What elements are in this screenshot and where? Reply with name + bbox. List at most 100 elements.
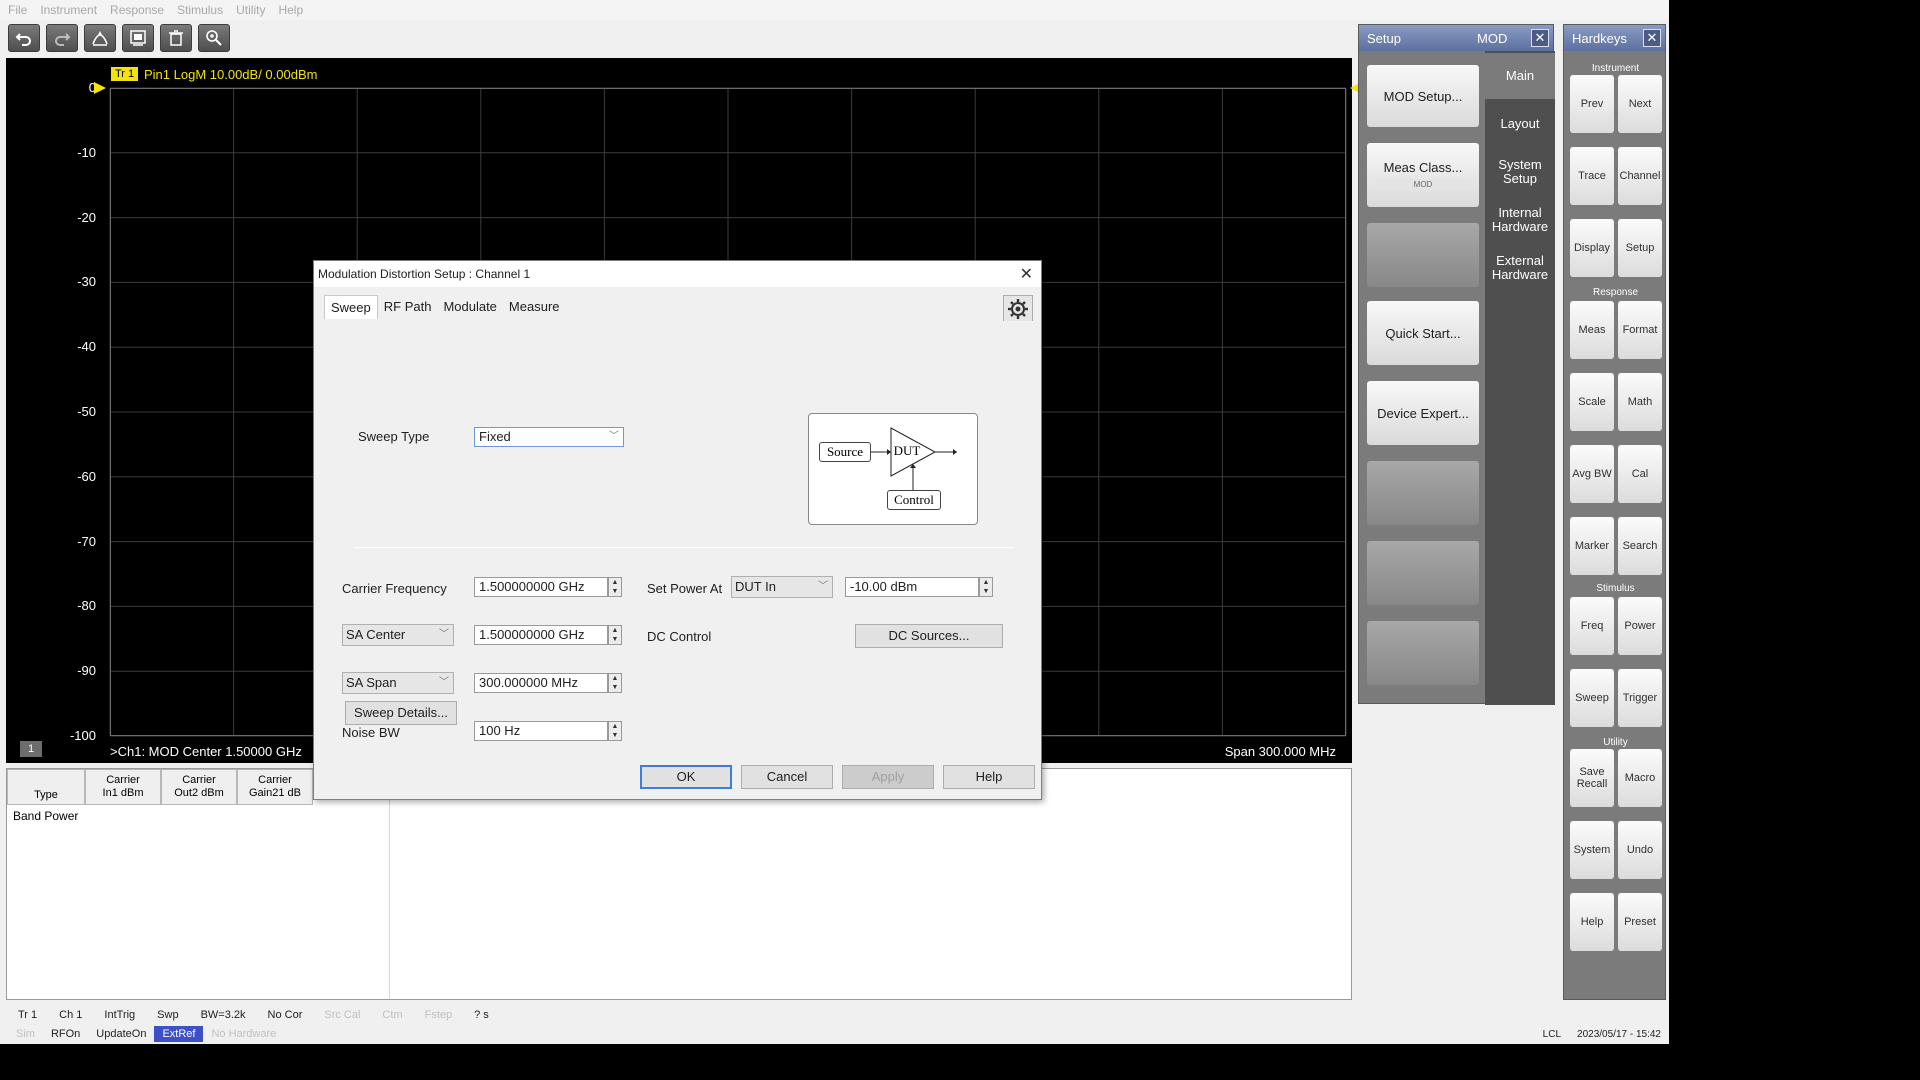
tab-internal-hardware[interactable]: Internal Hardware <box>1485 197 1555 243</box>
close-icon[interactable]: ✕ <box>1643 29 1661 47</box>
sa-center-select[interactable]: SA Center ﹀ <box>342 624 454 646</box>
noise-bw-input[interactable]: 100 Hz <box>474 721 608 741</box>
status-trigger[interactable]: IntTrig <box>94 1009 145 1021</box>
status-sweep[interactable]: Swp <box>147 1009 188 1021</box>
carrier-frequency-stepper[interactable]: ▲ ▼ <box>608 577 622 597</box>
tab-modulate[interactable]: Modulate <box>437 295 502 319</box>
menu-file[interactable]: File <box>8 3 27 17</box>
column-header-type[interactable]: Type <box>7 769 85 805</box>
menu-help[interactable]: Help <box>278 3 303 17</box>
column-header-carrier-gain21[interactable]: Carrier Gain21 dB <box>237 769 313 805</box>
hardkey-help[interactable]: Help <box>1570 893 1614 951</box>
hardkey-cal[interactable]: Cal <box>1618 445 1662 503</box>
channel-badge[interactable]: 1 <box>20 741 42 757</box>
zoom-button[interactable] <box>198 24 230 52</box>
setup-blank-button-3[interactable] <box>1367 541 1479 605</box>
status-trace[interactable]: Tr 1 <box>8 1009 47 1021</box>
menu-stimulus[interactable]: Stimulus <box>177 3 223 17</box>
hardkey-preset[interactable]: Preset <box>1618 893 1662 951</box>
mod-setup-button[interactable]: MOD Setup... <box>1367 65 1479 127</box>
hardkeys-title-text: Hardkeys <box>1572 30 1627 46</box>
column-header-carrier-out2[interactable]: Carrier Out2 dBm <box>161 769 237 805</box>
chevron-down-icon: ﹀ <box>609 431 619 442</box>
hardkey-marker[interactable]: Marker <box>1570 517 1614 575</box>
hardkey-search[interactable]: Search <box>1618 517 1662 575</box>
cancel-button[interactable]: Cancel <box>741 765 833 789</box>
sweep-type-select[interactable]: Fixed ﹀ <box>474 427 624 447</box>
trace-label[interactable]: Pin1 LogM 10.00dB/ 0.00dBm <box>144 67 317 82</box>
undo-button[interactable] <box>8 24 40 52</box>
help-button[interactable]: Help <box>943 765 1035 789</box>
status-rf-on[interactable]: RFOn <box>43 1028 88 1040</box>
status-bandwidth[interactable]: BW=3.2k <box>191 1009 256 1021</box>
hardkey-sweep[interactable]: Sweep <box>1570 669 1614 727</box>
hardkey-undo[interactable]: Undo <box>1618 821 1662 879</box>
table-row[interactable]: Band Power <box>7 805 1351 827</box>
power-level-input[interactable]: -10.00 dBm <box>845 577 979 597</box>
hardkey-power[interactable]: Power <box>1618 597 1662 655</box>
status-correction[interactable]: No Cor <box>258 1009 313 1021</box>
tab-main[interactable]: Main <box>1485 53 1555 99</box>
apply-button[interactable]: Apply <box>842 765 934 789</box>
noise-bw-stepper[interactable]: ▲ ▼ <box>608 721 622 741</box>
meas-class-button[interactable]: Meas Class... MOD <box>1367 143 1479 207</box>
hardkey-display[interactable]: Display <box>1570 219 1614 277</box>
menu-utility[interactable]: Utility <box>236 3 265 17</box>
hardkey-setup[interactable]: Setup <box>1618 219 1662 277</box>
tab-system-setup[interactable]: System Setup <box>1485 149 1555 195</box>
sa-span-select[interactable]: SA Span ﹀ <box>342 672 454 694</box>
hardkey-avg-bw[interactable]: Avg BW <box>1570 445 1614 503</box>
sa-center-stepper[interactable]: ▲ ▼ <box>608 625 622 645</box>
set-power-at-select[interactable]: DUT In ﹀ <box>731 576 833 598</box>
setup-panel-title-text: Setup <box>1367 30 1401 46</box>
setup-blank-button-2[interactable] <box>1367 461 1479 525</box>
status-ext-ref[interactable]: ExtRef <box>154 1026 204 1042</box>
status-ctm: Ctm <box>382 1009 403 1021</box>
hardkey-prev[interactable]: Prev <box>1570 75 1614 133</box>
trace-badge[interactable]: Tr 1 <box>111 67 139 81</box>
tab-sweep[interactable]: Sweep <box>324 295 378 319</box>
hardkey-trace[interactable]: Trace <box>1570 147 1614 205</box>
hardkey-format[interactable]: Format <box>1618 301 1662 359</box>
hardkey-macro[interactable]: Macro <box>1618 749 1662 807</box>
menu-instrument[interactable]: Instrument <box>40 3 97 17</box>
redo-button[interactable] <box>46 24 78 52</box>
dc-sources-button[interactable]: DC Sources... <box>855 624 1003 648</box>
hardkey-channel[interactable]: Channel <box>1618 147 1662 205</box>
close-icon[interactable]: ✕ <box>1020 264 1033 284</box>
dc-control-label: DC Control <box>647 629 712 644</box>
sa-center-input[interactable]: 1.500000000 GHz <box>474 625 608 645</box>
hardkey-trigger[interactable]: Trigger <box>1618 669 1662 727</box>
sa-span-stepper[interactable]: ▲ ▼ <box>608 673 622 693</box>
tab-measure[interactable]: Measure <box>503 295 566 319</box>
ok-button[interactable]: OK <box>640 765 732 789</box>
tab-external-hardware[interactable]: External Hardware <box>1485 245 1555 291</box>
hardkey-freq[interactable]: Freq <box>1570 597 1614 655</box>
tab-layout[interactable]: Layout <box>1485 101 1555 147</box>
hardkey-math[interactable]: Math <box>1618 373 1662 431</box>
status-channel[interactable]: Ch 1 <box>49 1009 92 1021</box>
hardkey-scale[interactable]: Scale <box>1570 373 1614 431</box>
marker-button[interactable] <box>84 24 116 52</box>
quick-start-button[interactable]: Quick Start... <box>1367 301 1479 365</box>
tab-rf-path[interactable]: RF Path <box>378 295 438 319</box>
column-header-carrier-in1[interactable]: Carrier In1 dBm <box>85 769 161 805</box>
hardkey-next[interactable]: Next <box>1618 75 1662 133</box>
hardkey-save-recall[interactable]: Save Recall <box>1570 749 1614 807</box>
power-level-stepper[interactable]: ▲ ▼ <box>979 577 993 597</box>
display-button[interactable] <box>122 24 154 52</box>
settings-button[interactable] <box>1003 295 1033 323</box>
status-update-on[interactable]: UpdateOn <box>88 1028 154 1040</box>
hardkey-meas[interactable]: Meas <box>1570 301 1614 359</box>
carrier-frequency-input[interactable]: 1.500000000 GHz <box>474 577 608 597</box>
menu-response[interactable]: Response <box>110 3 164 17</box>
sa-span-input[interactable]: 300.000000 MHz <box>474 673 608 693</box>
setup-blank-button-1[interactable] <box>1367 223 1479 287</box>
close-icon[interactable]: ✕ <box>1531 29 1549 47</box>
hardkey-system[interactable]: System <box>1570 821 1614 879</box>
section-instrument: Instrument <box>1591 63 1640 74</box>
device-expert-button[interactable]: Device Expert... <box>1367 381 1479 445</box>
sweep-details-button[interactable]: Sweep Details... <box>345 701 457 725</box>
setup-blank-button-4[interactable] <box>1367 621 1479 685</box>
delete-button[interactable] <box>160 24 192 52</box>
